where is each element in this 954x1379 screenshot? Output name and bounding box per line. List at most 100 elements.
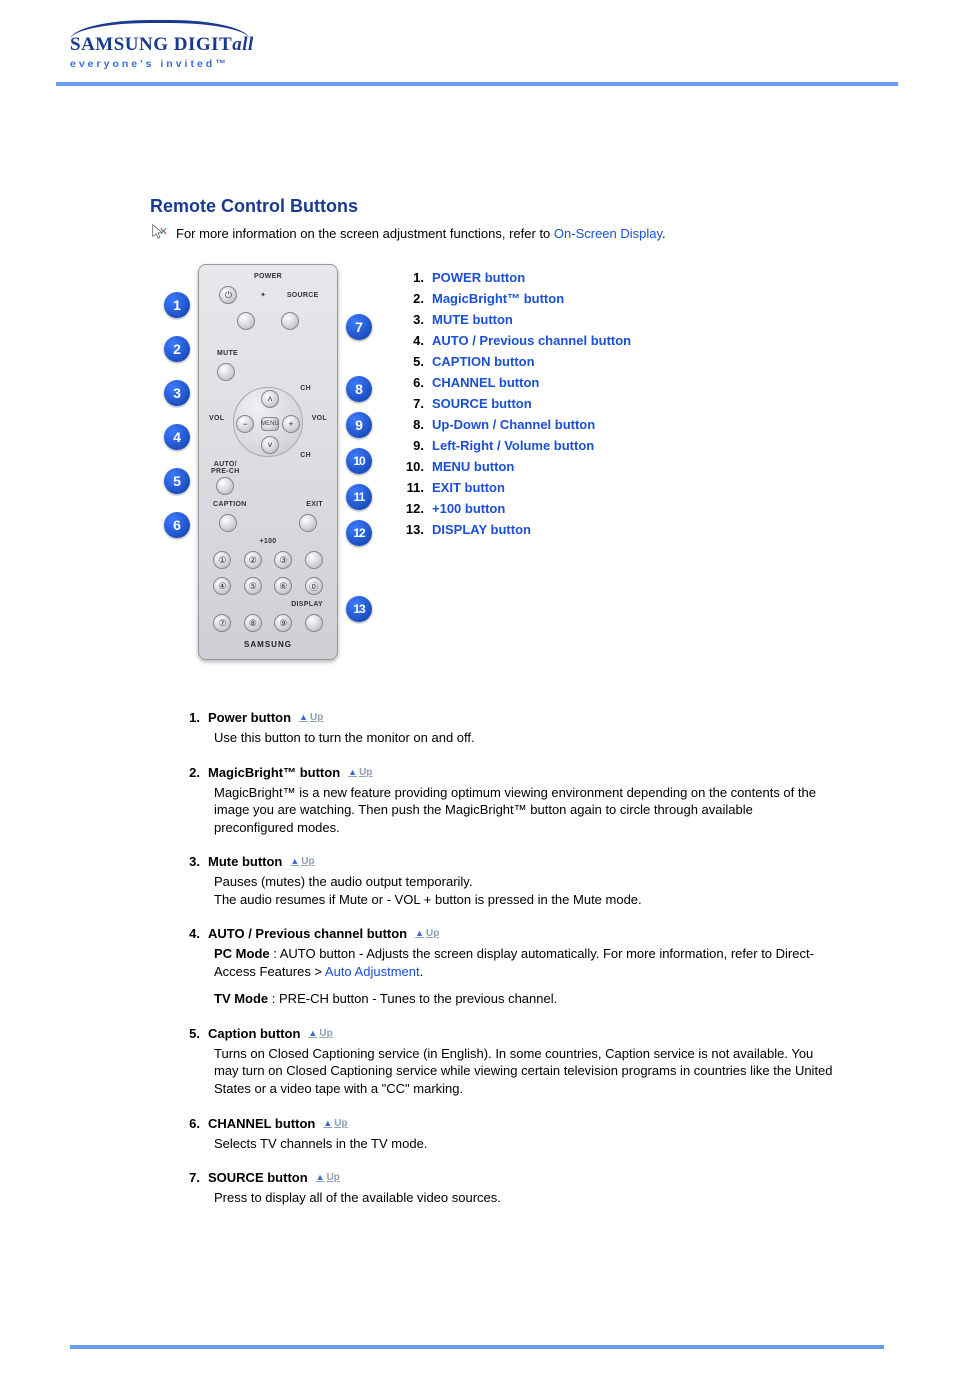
- caption-label: CAPTION: [213, 501, 247, 508]
- exit-button: [299, 514, 317, 532]
- menu-button: MENU: [261, 417, 279, 431]
- up-link[interactable]: ▲Up: [308, 1028, 332, 1039]
- plus100-label: +100: [207, 538, 329, 545]
- up-triangle-icon: ▲: [308, 1028, 317, 1038]
- callout-badge-6: 6: [164, 512, 190, 538]
- logo-tagline: everyone's invited™: [70, 58, 254, 70]
- menu-link[interactable]: MENU button: [432, 459, 514, 474]
- digit-6: ⑥: [274, 577, 292, 595]
- desc-heading: Mute button: [208, 854, 282, 869]
- list-item: 7.SOURCE button: [404, 396, 631, 411]
- list-item: 2.MagicBright™ button: [404, 291, 631, 306]
- up-link[interactable]: ▲Up: [290, 856, 314, 867]
- desc-body: PC Mode : AUTO button - Adjusts the scre…: [214, 945, 834, 1008]
- ch-label-d: CH: [300, 452, 311, 459]
- plus100-link[interactable]: +100 button: [432, 501, 505, 516]
- footer-divider: [70, 1345, 884, 1349]
- dpad: ˄ ˅ − + MENU: [233, 387, 303, 457]
- digit-2: ②: [244, 551, 262, 569]
- updown-link[interactable]: Up-Down / Channel button: [432, 417, 595, 432]
- button-link-list: 1.POWER button 2.MagicBright™ button 3.M…: [404, 264, 631, 543]
- desc-num: 2.: [186, 765, 200, 780]
- auto-link[interactable]: AUTO / Previous channel button: [432, 333, 631, 348]
- up-link[interactable]: ▲Up: [316, 1172, 340, 1183]
- left-callouts: 1 2 3 4 5 6: [160, 264, 190, 660]
- digit-8: ⑧: [244, 614, 262, 632]
- desc-4: 4. AUTO / Previous channel button ▲Up PC…: [186, 926, 834, 1008]
- vol-label-r: VOL: [312, 415, 327, 422]
- leftright-link[interactable]: Left-Right / Volume button: [432, 438, 594, 453]
- callout-badge-8: 8: [346, 376, 372, 402]
- desc-num: 6.: [186, 1116, 200, 1131]
- callout-badge-12: 12: [346, 520, 372, 546]
- up-triangle-icon: ▲: [290, 856, 299, 866]
- desc-body: MagicBright™ is a new feature providing …: [214, 784, 834, 837]
- power-label: POWER: [207, 273, 329, 280]
- magicbright-link[interactable]: MagicBright™ button: [432, 291, 564, 306]
- desc-body: Turns on Closed Captioning service (in E…: [214, 1045, 834, 1098]
- up-triangle-icon: ▲: [323, 1118, 332, 1128]
- logo-main-b: all: [232, 34, 254, 55]
- list-item: 9.Left-Right / Volume button: [404, 438, 631, 453]
- ch-up-button: ˄: [261, 390, 279, 408]
- intro-text: For more information on the screen adjus…: [176, 226, 666, 241]
- figure-row: 1 2 3 4 5 6 POWER ⏻ ✦ SOURCE: [160, 264, 834, 660]
- callout-badge-2: 2: [164, 336, 190, 362]
- source-link[interactable]: SOURCE button: [432, 396, 532, 411]
- mute-link[interactable]: MUTE button: [432, 312, 513, 327]
- desc-num: 7.: [186, 1170, 200, 1185]
- list-item: 5.CAPTION button: [404, 354, 631, 369]
- digit-7: ⑦: [213, 614, 231, 632]
- mute-button: [217, 363, 235, 381]
- desc-heading: CHANNEL button: [208, 1116, 315, 1131]
- display-button: [305, 614, 323, 632]
- list-item: 1.POWER button: [404, 270, 631, 285]
- power-link[interactable]: POWER button: [432, 270, 525, 285]
- auto-adjustment-link[interactable]: Auto Adjustment: [325, 964, 420, 979]
- remote-illustration: POWER ⏻ ✦ SOURCE MUTE V: [198, 264, 338, 660]
- callout-badge-1: 1: [164, 292, 190, 318]
- brand-logo: SAMSUNG DIGITall everyone's invited™: [70, 20, 254, 70]
- desc-5: 5. Caption button ▲Up Turns on Closed Ca…: [186, 1026, 834, 1098]
- vol-label-l: VOL: [209, 415, 224, 422]
- cursor-icon: [150, 223, 168, 244]
- list-item: 8.Up-Down / Channel button: [404, 417, 631, 432]
- desc-heading: AUTO / Previous channel button: [208, 926, 407, 941]
- desc-body: Pauses (mutes) the audio output temporar…: [214, 873, 834, 908]
- digit-1: ①: [213, 551, 231, 569]
- on-screen-display-link[interactable]: On-Screen Display: [554, 226, 662, 241]
- up-triangle-icon: ▲: [316, 1172, 325, 1182]
- desc-7: 7. SOURCE button ▲Up Press to display al…: [186, 1170, 834, 1207]
- desc-3: 3. Mute button ▲Up Pauses (mutes) the au…: [186, 854, 834, 908]
- desc-num: 4.: [186, 926, 200, 941]
- list-item: 4.AUTO / Previous channel button: [404, 333, 631, 348]
- up-link[interactable]: ▲Up: [415, 928, 439, 939]
- callout-badge-7: 7: [346, 314, 372, 340]
- channel-link[interactable]: CHANNEL button: [432, 375, 539, 390]
- up-link[interactable]: ▲Up: [348, 767, 372, 778]
- up-link[interactable]: ▲Up: [323, 1118, 347, 1129]
- display-link[interactable]: DISPLAY button: [432, 522, 531, 537]
- callout-badge-11: 11: [346, 484, 372, 510]
- list-item: 10.MENU button: [404, 459, 631, 474]
- desc-num: 5.: [186, 1026, 200, 1041]
- auto-label: AUTO/PRE-CH: [211, 461, 240, 475]
- plus100-button: [305, 551, 323, 569]
- vol-down-button: −: [236, 415, 254, 433]
- up-triangle-icon: ▲: [348, 767, 357, 777]
- pc-mode-label: PC Mode: [214, 946, 270, 961]
- desc-heading: Caption button: [208, 1026, 300, 1041]
- logo-main-a: SAMSUNG DIGIT: [70, 34, 232, 55]
- auto-button: [216, 477, 234, 495]
- exit-link[interactable]: EXIT button: [432, 480, 505, 495]
- caption-link[interactable]: CAPTION button: [432, 354, 535, 369]
- desc-body: Use this button to turn the monitor on a…: [214, 729, 834, 747]
- list-item: 12.+100 button: [404, 501, 631, 516]
- list-item: 6.CHANNEL button: [404, 375, 631, 390]
- callout-badge-4: 4: [164, 424, 190, 450]
- callout-badge-3: 3: [164, 380, 190, 406]
- caption-button: [219, 514, 237, 532]
- desc-num: 3.: [186, 854, 200, 869]
- up-link[interactable]: ▲Up: [299, 712, 323, 723]
- main-content: Remote Control Buttons For more informat…: [150, 196, 834, 1207]
